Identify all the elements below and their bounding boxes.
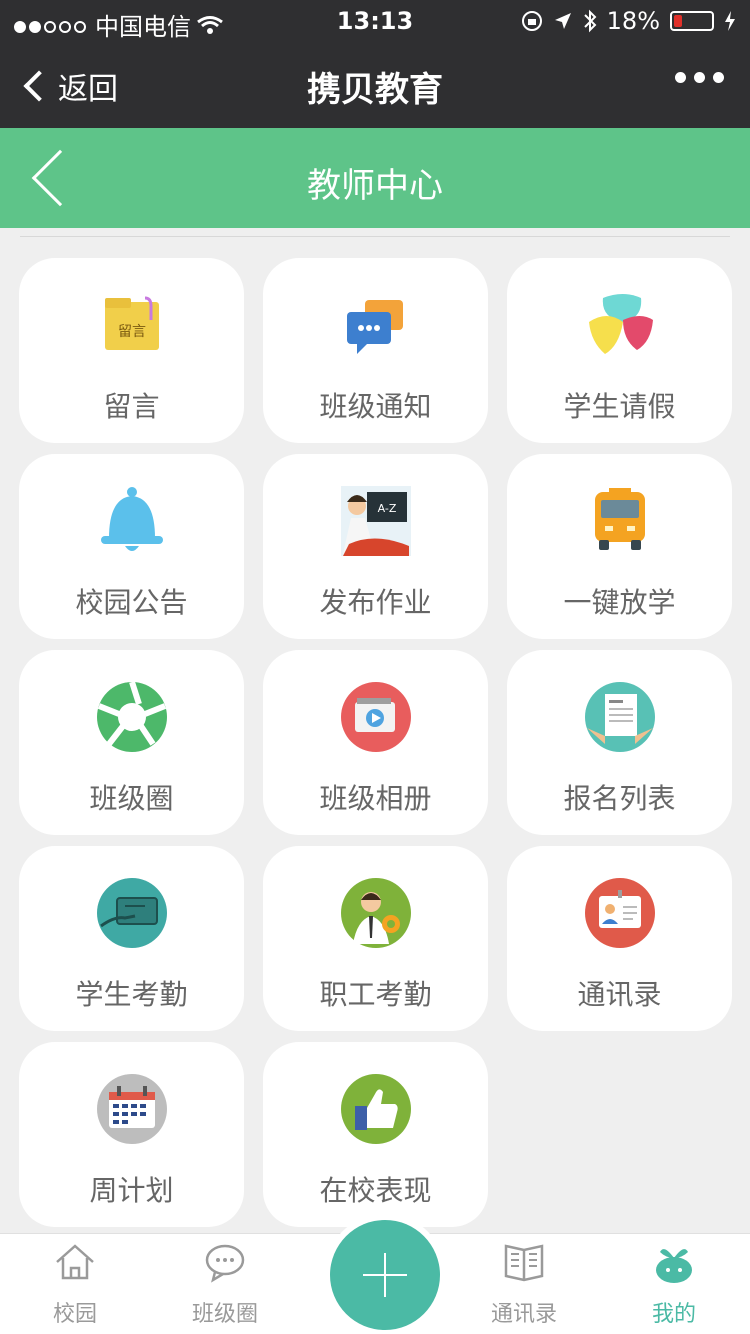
divider xyxy=(20,236,730,237)
more-dots-icon xyxy=(675,72,686,83)
message-folder-icon: 留言 xyxy=(104,296,159,350)
signup-list-icon xyxy=(584,682,655,752)
svg-text:留言: 留言 xyxy=(118,324,146,340)
grid-item-label: 班级通知 xyxy=(319,390,432,423)
grid-item-label: 周计划 xyxy=(89,1174,174,1207)
tab-contacts[interactable]: 通讯录 xyxy=(464,1240,584,1328)
page-header: 教师中心 xyxy=(0,128,750,228)
tab-label: 校园 xyxy=(52,1302,97,1327)
grid-item-class-notice[interactable]: 班级通知 xyxy=(263,258,488,443)
bluetooth-icon xyxy=(583,9,597,33)
grid-item-school-performance[interactable]: 在校表现 xyxy=(263,1042,488,1227)
grid-item-label: 通讯录 xyxy=(577,978,662,1011)
grid-item-campus-announcement[interactable]: 校园公告 xyxy=(19,454,244,639)
aperture-icon xyxy=(96,681,167,752)
id-card-icon xyxy=(584,878,655,948)
tab-label: 班级圈 xyxy=(191,1302,258,1327)
grid-item-weekly-plan[interactable]: 周计划 xyxy=(19,1042,244,1227)
grid-item-label: 班级圈 xyxy=(89,782,174,815)
calendar-icon xyxy=(96,1074,167,1144)
grid-item-label: 校园公告 xyxy=(75,586,188,619)
school-bus-icon xyxy=(594,488,645,550)
orientation-lock-icon xyxy=(521,11,542,31)
grid-item-label: 一键放学 xyxy=(563,586,676,619)
tab-mine[interactable]: 我的 xyxy=(614,1240,734,1328)
tab-class-circle[interactable]: 班级圈 xyxy=(165,1240,285,1328)
battery-icon xyxy=(670,11,714,31)
svg-text:A-Z: A-Z xyxy=(377,502,396,515)
staff-gear-icon xyxy=(340,878,411,948)
grid-item-label: 学生请假 xyxy=(563,390,676,423)
grid-item-label: 发布作业 xyxy=(319,586,432,619)
grid-item-class-album[interactable]: 班级相册 xyxy=(263,650,488,835)
teacher-board-icon: A-Z xyxy=(340,486,411,556)
grid-item-label: 学生考勤 xyxy=(75,978,188,1011)
location-arrow-icon xyxy=(554,13,571,29)
grid-item-staff-attendance[interactable]: 职工考勤 xyxy=(263,846,488,1031)
grid-item-publish-homework[interactable]: A-Z 发布作业 xyxy=(263,454,488,639)
tab-label: 我的 xyxy=(651,1302,696,1327)
grid-item-signup-list[interactable]: 报名列表 xyxy=(507,650,732,835)
grid-item-label: 职工考勤 xyxy=(319,978,432,1011)
add-button[interactable] xyxy=(330,1220,440,1330)
video-album-icon xyxy=(340,682,411,752)
more-menu-button[interactable] xyxy=(675,72,724,83)
grid-item-label: 在校表现 xyxy=(319,1174,432,1207)
tab-campus[interactable]: 校园 xyxy=(15,1240,135,1328)
chat-bubble-icon xyxy=(346,300,403,354)
grid-item-message[interactable]: 留言 留言 xyxy=(19,258,244,443)
grid-item-class-circle[interactable]: 班级圈 xyxy=(19,650,244,835)
chat-icon xyxy=(205,1244,245,1283)
bell-icon xyxy=(100,487,163,551)
thumbs-up-icon xyxy=(340,1074,411,1144)
navigation-bar: 返回 携贝教育 xyxy=(0,40,750,128)
tab-label: 通讯录 xyxy=(490,1302,557,1327)
grid-item-contacts[interactable]: 通讯录 xyxy=(507,846,732,1031)
sprout-icon xyxy=(656,1249,692,1283)
grid-item-label: 报名列表 xyxy=(563,782,676,815)
app-title: 携贝教育 xyxy=(307,70,443,110)
grid-item-student-attendance[interactable]: 学生考勤 xyxy=(19,846,244,1031)
status-right: 18% xyxy=(521,7,736,35)
house-icon xyxy=(56,1244,94,1280)
page-title: 教师中心 xyxy=(307,166,443,206)
charging-icon xyxy=(725,11,735,31)
book-icon xyxy=(504,1244,544,1282)
card-attendance-icon xyxy=(96,878,167,948)
colorful-shapes-icon xyxy=(588,294,653,354)
grid-item-label: 班级相册 xyxy=(319,782,432,815)
grid-item-label: 留言 xyxy=(103,390,160,423)
grid-item-dismiss-school[interactable]: 一键放学 xyxy=(507,454,732,639)
grid-item-leave-request[interactable]: 学生请假 xyxy=(507,258,732,443)
battery-percent: 18% xyxy=(606,7,660,35)
status-bar: 中国电信 13:13 18% xyxy=(0,0,750,41)
